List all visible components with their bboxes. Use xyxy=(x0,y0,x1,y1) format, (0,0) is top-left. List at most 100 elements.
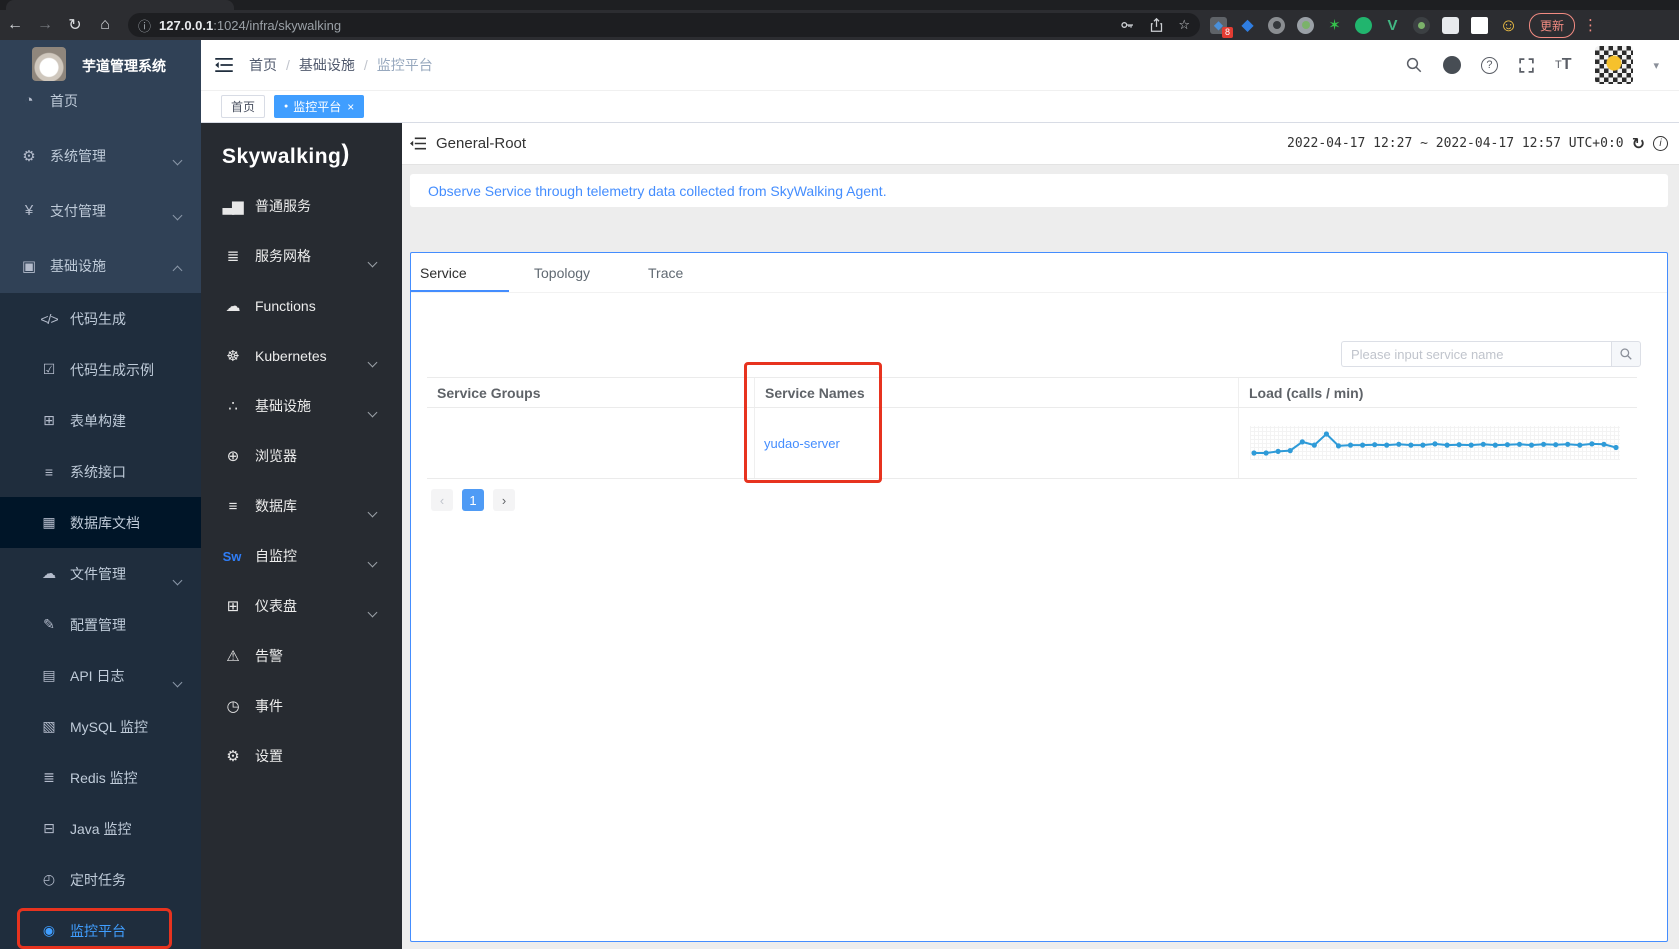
breadcrumb-home[interactable]: 首页 xyxy=(249,55,277,75)
avatar-caret-icon[interactable]: ▾ xyxy=(1653,59,1659,72)
chevron-down-icon xyxy=(172,210,183,221)
extension-icon-4[interactable] xyxy=(1297,16,1314,34)
refresh-icon[interactable]: ↻ xyxy=(1632,134,1645,154)
tag-close-icon[interactable]: × xyxy=(347,100,354,114)
sw-item-browser[interactable]: ⊕ 浏览器 xyxy=(201,431,402,481)
sidebar-item-system-mgmt[interactable]: ⚙ 系统管理 xyxy=(0,128,201,183)
sidebar-item-label: 配置管理 xyxy=(70,616,126,633)
extension-icon-10[interactable] xyxy=(1471,16,1488,34)
tag-home[interactable]: 首页 xyxy=(221,95,266,118)
crescent-icon: ) xyxy=(341,140,350,167)
breadcrumb-current: 监控平台 xyxy=(376,57,433,73)
chevron-up-icon xyxy=(172,265,183,276)
sw-item-self-observability[interactable]: Sw 自监控 xyxy=(201,531,402,581)
sidebar-item-infrastructure[interactable]: ▣ 基础设施 xyxy=(0,238,201,293)
skywalking-header: General-Root 2022-04-17 12:27 ~ 2022-04-… xyxy=(402,123,1679,165)
sidebar-item-db-doc[interactable]: ▦ 数据库文档 xyxy=(0,497,201,548)
tag-label: 监控平台 xyxy=(293,100,342,114)
github-icon[interactable] xyxy=(1442,56,1461,74)
service-panel: Service Topology Trace Service Groups Se… xyxy=(410,252,1668,942)
sidebar-item-api-log[interactable]: ▤ API 日志 xyxy=(0,650,201,701)
sw-item-service-mesh[interactable]: ≣ 服务网格 xyxy=(201,231,402,281)
dots-icon: ∴ xyxy=(228,398,238,415)
sw-item-kubernetes[interactable]: ☸ Kubernetes xyxy=(201,331,402,381)
sw-item-functions[interactable]: ☁ Functions xyxy=(201,281,402,331)
sidebar-item-payment-mgmt[interactable]: ¥ 支付管理 xyxy=(0,183,201,238)
help-icon[interactable]: ? xyxy=(1480,56,1498,74)
sw-item-dashboards[interactable]: ⊞ 仪表盘 xyxy=(201,581,402,631)
browser-menu-icon[interactable]: ⋮ xyxy=(1583,16,1598,34)
page-prev-button[interactable]: ‹ xyxy=(431,489,453,511)
sw-item-alerting[interactable]: ⚠ 告警 xyxy=(201,631,402,681)
extension-icon-5[interactable]: ✶ xyxy=(1326,17,1343,34)
search-button[interactable] xyxy=(1611,341,1641,367)
sidebar-item-file-mgmt[interactable]: ☁ 文件管理 xyxy=(0,548,201,599)
chrome-update-button[interactable]: 更新 xyxy=(1529,12,1576,38)
chevron-down-icon xyxy=(367,607,378,618)
cloud-icon: ☁ xyxy=(225,298,241,315)
sw-item-events[interactable]: ◷ 事件 xyxy=(201,681,402,731)
extension-icon-6[interactable] xyxy=(1355,16,1372,34)
sw-item-label: 基础设施 xyxy=(255,398,311,414)
user-avatar[interactable] xyxy=(1595,46,1634,84)
forward-icon[interactable]: → xyxy=(30,16,60,34)
tab-service[interactable]: Service xyxy=(411,253,525,292)
password-key-icon[interactable] xyxy=(1119,17,1135,33)
sw-item-settings[interactable]: ⚙ 设置 xyxy=(201,731,402,781)
sidebar-item-label: 代码生成示例 xyxy=(70,361,154,378)
layers-icon: ≣ xyxy=(43,769,55,785)
chevron-down-icon xyxy=(172,575,183,586)
sidebar-item-mysql-monitor[interactable]: ▧ MySQL 监控 xyxy=(0,701,201,752)
sidebar-item-label: 监控平台 xyxy=(70,922,126,939)
sidebar-item-codegen-example[interactable]: ☑ 代码生成示例 xyxy=(0,344,201,395)
tab-trace[interactable]: Trace xyxy=(639,253,753,292)
tag-monitor-platform[interactable]: ● 监控平台 × xyxy=(274,95,365,118)
bookmark-star-icon[interactable]: ☆ xyxy=(1178,17,1190,33)
service-link-yudao-server[interactable]: yudao-server xyxy=(764,436,840,451)
share-icon[interactable] xyxy=(1149,17,1164,33)
vue-devtools-icon[interactable]: V xyxy=(1384,17,1401,34)
info-icon[interactable]: i xyxy=(1653,136,1668,151)
sw-item-general-service[interactable]: ▃▆ 普通服务 xyxy=(201,181,402,231)
extension-icon-2[interactable]: ◆ xyxy=(1239,17,1256,34)
sidebar-item-cron-job[interactable]: ◴ 定时任务 xyxy=(0,854,201,905)
extension-icon-8[interactable] xyxy=(1413,16,1430,34)
page-1-button[interactable]: 1 xyxy=(462,489,484,511)
sidebar-item-label: 定时任务 xyxy=(70,871,126,888)
service-search-input[interactable] xyxy=(1341,341,1611,367)
page-next-button[interactable]: › xyxy=(493,489,515,511)
breadcrumb-infrastructure[interactable]: 基础设施 xyxy=(299,55,355,75)
font-size-icon[interactable]: TT xyxy=(1555,56,1572,74)
site-info-icon[interactable]: ⓘ xyxy=(138,16,151,35)
sw-item-infrastructure[interactable]: ∴ 基础设施 xyxy=(201,381,402,431)
sidebar-item-home[interactable]: ◔ 首页 xyxy=(0,73,201,128)
sidebar-item-system-api[interactable]: ≡ 系统接口 xyxy=(0,446,201,497)
sw-item-database[interactable]: ≡ 数据库 xyxy=(201,481,402,531)
extension-icon-3[interactable] xyxy=(1268,16,1285,34)
extension-icon-1[interactable]: ◆ 8 xyxy=(1210,16,1233,38)
sidebar-collapse-icon[interactable] xyxy=(215,58,233,72)
sw-item-label: 服务网格 xyxy=(255,248,311,264)
sidebar-item-monitor-platform[interactable]: ◉ 监控平台 xyxy=(0,905,201,949)
address-bar[interactable]: ⓘ 127.0.0.1 :1024/infra/skywalking ☆ xyxy=(128,13,1200,37)
time-range[interactable]: 2022-04-17 12:27 ~ 2022-04-17 12:57 UTC+… xyxy=(1287,136,1624,151)
back-icon[interactable]: ← xyxy=(0,16,30,34)
sw-collapse-icon[interactable] xyxy=(410,137,426,150)
sidebar-item-label: 系统管理 xyxy=(50,147,106,164)
page-title: General-Root xyxy=(436,135,527,152)
profile-emoji-icon[interactable]: ☺ xyxy=(1499,15,1517,35)
tab-topology[interactable]: Topology xyxy=(525,253,639,292)
extensions-puzzle-icon[interactable] xyxy=(1442,16,1459,34)
search-icon[interactable] xyxy=(1405,56,1423,74)
sidebar-item-java-monitor[interactable]: ⊟ Java 监控 xyxy=(0,803,201,854)
sidebar-item-label: 代码生成 xyxy=(70,310,126,327)
sidebar-item-config-mgmt[interactable]: ✎ 配置管理 xyxy=(0,599,201,650)
bar-chart-icon: ▃▆ xyxy=(222,198,243,215)
reload-icon[interactable]: ↻ xyxy=(60,15,90,35)
home-icon[interactable]: ⌂ xyxy=(90,16,120,34)
sidebar-item-redis-monitor[interactable]: ≣ Redis 监控 xyxy=(0,752,201,803)
fullscreen-icon[interactable] xyxy=(1518,57,1535,74)
sidebar-item-codegen[interactable]: </> 代码生成 xyxy=(0,293,201,344)
sw-item-label: 自监控 xyxy=(255,548,297,564)
sidebar-item-form-builder[interactable]: ⊞ 表单构建 xyxy=(0,395,201,446)
